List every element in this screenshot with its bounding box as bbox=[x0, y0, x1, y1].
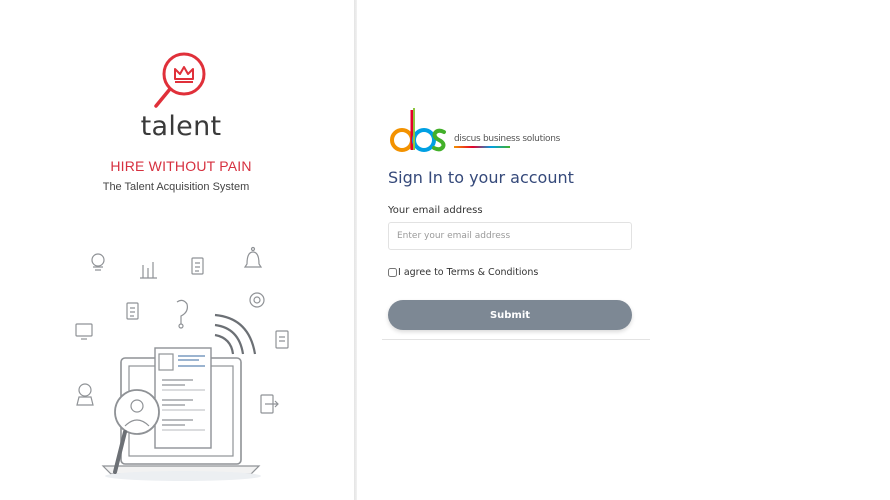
panel-divider bbox=[354, 0, 357, 500]
branding-panel: talent HIRE WITHOUT PAIN The Talent Acqu… bbox=[0, 0, 355, 500]
signin-card: discus business solutions Sign In to you… bbox=[382, 92, 650, 340]
email-label: Your email address bbox=[388, 205, 483, 216]
talent-logo-word: talent bbox=[140, 111, 222, 142]
tagline: HIRE WITHOUT PAIN bbox=[110, 158, 252, 174]
exit-icon bbox=[260, 394, 279, 414]
chart-icon bbox=[140, 262, 157, 279]
brand-underline bbox=[454, 146, 510, 148]
email-input[interactable] bbox=[388, 222, 632, 250]
wifi-signal-icon bbox=[214, 313, 257, 355]
dbs-logo bbox=[390, 108, 446, 152]
resume-laptop-illustration bbox=[75, 246, 289, 481]
magnifier-crown-icon bbox=[154, 52, 206, 108]
subtitle: The Talent Acquisition System bbox=[102, 181, 250, 193]
terms-label: I agree to Terms & Conditions bbox=[398, 267, 539, 278]
terms-row[interactable]: I agree to Terms & Conditions bbox=[388, 267, 538, 278]
idea-icon bbox=[91, 253, 105, 271]
terms-checkbox[interactable] bbox=[388, 268, 397, 277]
gear-icon bbox=[249, 292, 265, 308]
robot-icon bbox=[76, 383, 94, 406]
document-icon bbox=[191, 257, 204, 275]
monitor-icon bbox=[75, 323, 93, 340]
document-icon bbox=[275, 330, 289, 349]
submit-button[interactable]: Submit bbox=[388, 300, 632, 330]
signin-title: Sign In to your account bbox=[388, 168, 574, 187]
stethoscope-icon bbox=[176, 299, 188, 329]
bell-icon bbox=[243, 246, 263, 268]
brand-name: discus business solutions bbox=[454, 134, 561, 144]
document-icon bbox=[126, 302, 139, 320]
